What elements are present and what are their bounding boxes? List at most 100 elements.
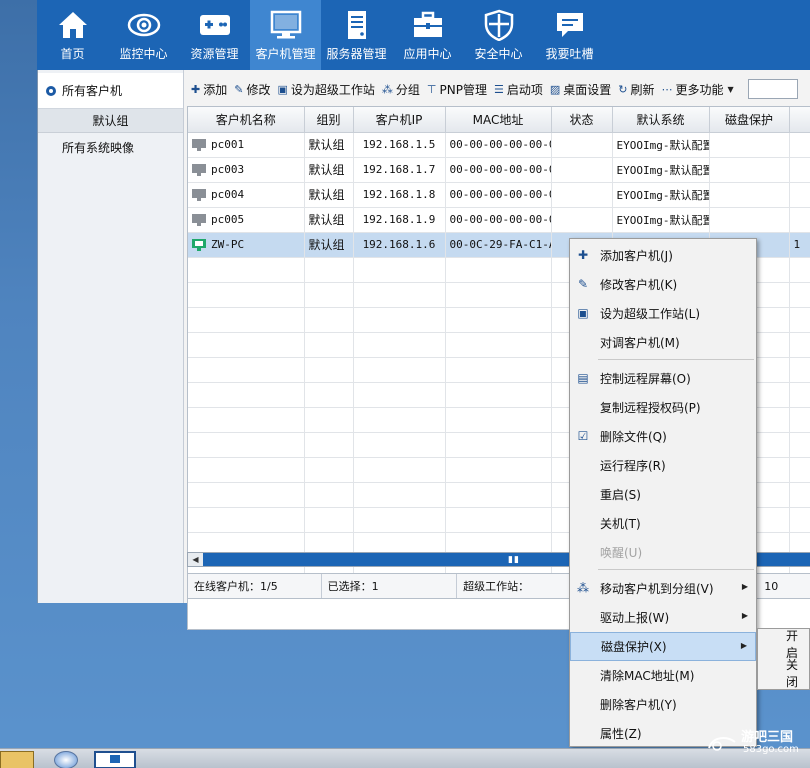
pnp-button[interactable]: ⊤ PNP管理 (427, 81, 487, 98)
client-status (551, 157, 613, 183)
menu-item-label: 磁盘保护(X) (601, 640, 667, 654)
tree-item-label: 默认组 (92, 114, 129, 128)
disk-protection-submenu: 开启 关闭 (757, 628, 810, 690)
desktop-settings-button[interactable]: ▨ 桌面设置 (550, 81, 611, 98)
computer-offline-icon (192, 164, 206, 176)
radio-dot-icon (46, 85, 56, 96)
more-functions-label: 更多功能 (675, 82, 724, 97)
pnp-icon: ⊤ (426, 82, 437, 96)
menu-item-swap-client[interactable]: 对调客户机(M) (570, 328, 756, 357)
watermark-title: 游吧三国 (741, 730, 794, 745)
menu-item-label: 复制远程授权码(P) (600, 401, 701, 415)
nav-client-management[interactable]: 客户机管理 (250, 0, 321, 70)
column-header-status[interactable]: 状态 (551, 107, 613, 133)
menu-item-remote-screen[interactable]: ▤ 控制远程屏幕(O) (570, 364, 756, 393)
client-name: pc001 (211, 138, 245, 151)
client-network (789, 207, 810, 233)
table-row[interactable]: pc005 默认组 192.168.1.9 00-00-00-00-00-00 … (188, 207, 810, 233)
menu-item-restart[interactable]: 重启(S) (570, 480, 756, 509)
group-button[interactable]: ⁂ 分组 (382, 81, 420, 98)
column-header-name[interactable]: 客户机名称 (188, 107, 305, 133)
picture-icon: ▨ (549, 82, 561, 96)
refresh-button[interactable]: ↻ 刷新 (618, 81, 654, 98)
toolbox-icon (410, 8, 446, 42)
menu-item-run-program[interactable]: 运行程序(R) (570, 451, 756, 480)
menu-item-disk-protection[interactable]: 磁盘保护(X) ▶ (570, 632, 756, 661)
menu-item-shutdown[interactable]: 关机(T) (570, 509, 756, 538)
client-mac: 00-00-00-00-00-00 (445, 207, 552, 233)
server-icon (339, 8, 375, 42)
tree-item-all-clients[interactable]: 所有客户机 (38, 73, 183, 109)
menu-item-clear-mac[interactable]: 清除MAC地址(M) (570, 661, 756, 690)
table-row[interactable]: pc003 默认组 192.168.1.7 00-00-00-00-00-00 … (188, 157, 810, 183)
client-group: 默认组 (304, 157, 354, 183)
nav-app-center[interactable]: 应用中心 (392, 0, 463, 70)
app-window-icon[interactable] (94, 751, 136, 768)
column-header-ip[interactable]: 客户机IP (353, 107, 446, 133)
menu-item-delete-client[interactable]: 删除客户机(Y) (570, 690, 756, 719)
menu-item-label: 移动客户机到分组(V) (600, 582, 714, 596)
computer-offline-icon (192, 189, 206, 201)
group-icon: ⁂ (381, 82, 393, 96)
submenu-arrow-icon: ▶ (741, 611, 748, 620)
nav-feedback[interactable]: 我要吐槽 (534, 0, 605, 70)
menu-item-move-to-group[interactable]: ⁂ 移动客户机到分组(V) ▶ (570, 574, 756, 603)
client-name: pc004 (211, 188, 245, 201)
menu-item-set-super-workstation[interactable]: ▣ 设为超级工作站(L) (570, 299, 756, 328)
client-ip: 192.168.1.7 (353, 157, 446, 183)
client-group: 默认组 (304, 207, 354, 233)
group-button-label: 分组 (395, 82, 420, 97)
folder-icon[interactable] (0, 751, 34, 768)
browser-icon[interactable] (54, 751, 78, 768)
column-header-network[interactable]: 网 (789, 107, 810, 133)
tree-item-default-group[interactable]: 默认组 (38, 109, 183, 133)
add-button-label: 添加 (203, 82, 228, 97)
nav-resource-management[interactable]: 资源管理 (179, 0, 250, 70)
column-header-disk-protection[interactable]: 磁盘保护 (709, 107, 790, 133)
submenu-item-disable[interactable]: 关闭 (758, 658, 809, 689)
menu-item-label: 修改客户机(K) (600, 278, 678, 292)
menu-item-label: 运行程序(R) (600, 459, 666, 473)
tree-item-all-images[interactable]: 所有系统映像 (38, 133, 183, 161)
column-header-mac[interactable]: MAC地址 (445, 107, 552, 133)
column-header-default-system[interactable]: 默认系统 (612, 107, 710, 133)
client-group: 默认组 (304, 132, 354, 158)
menu-item-edit-client[interactable]: ✎ 修改客户机(K) (570, 270, 756, 299)
add-button[interactable]: ✚ 添加 (191, 81, 227, 98)
startup-button[interactable]: ☰ 启动项 (494, 81, 543, 98)
set-super-workstation-button[interactable]: ▣ 设为超级工作站 (277, 81, 374, 98)
more-functions-button[interactable]: ⋯ 更多功能 ▼ (662, 81, 737, 98)
menu-separator (598, 569, 754, 570)
menu-item-driver-report[interactable]: 驱动上报(W) ▶ (570, 603, 756, 632)
nav-label: 资源管理 (190, 47, 239, 61)
watermark: 游吧三国 583go.com (707, 724, 810, 756)
menu-item-copy-auth-code[interactable]: 复制远程授权码(P) (570, 393, 756, 422)
nav-monitor-center[interactable]: 监控中心 (108, 0, 179, 70)
menu-item-label: 对调客户机(M) (600, 336, 680, 350)
nav-label: 服务器管理 (326, 47, 387, 61)
search-input[interactable] (747, 79, 798, 99)
toolbar: ✚ 添加 ✎ 修改 ▣ 设为超级工作站 ⁂ 分组 ⊤ PNP管理 ☰ 启动项 ▨… (185, 76, 810, 102)
client-default-system: EYOOImg-默认配置 (612, 207, 710, 233)
nav-label: 监控中心 (119, 47, 168, 61)
client-network: 1 (789, 232, 810, 258)
chat-bubble-icon (552, 8, 588, 42)
edit-button[interactable]: ✎ 修改 (234, 81, 270, 98)
menu-item-wake: 唤醒(U) (570, 538, 756, 567)
menu-item-delete-files[interactable]: ☑ 删除文件(Q) (570, 422, 756, 451)
gamepad-icon (197, 8, 233, 42)
nav-security-center[interactable]: 安全中心 (463, 0, 534, 70)
workstation-icon: ▣ (277, 82, 288, 96)
pnp-button-label: PNP管理 (439, 82, 487, 97)
tree-item-label: 所有系统映像 (62, 140, 135, 155)
menu-item-add-client[interactable]: ✚ 添加客户机(J) (570, 241, 756, 270)
column-header-group[interactable]: 组别 (304, 107, 354, 133)
nav-home[interactable]: 首页 (37, 0, 108, 70)
submenu-item-enable[interactable]: 开启 (758, 629, 809, 660)
dropdown-arrow-icon: ▼ (727, 84, 734, 94)
monitor-icon (268, 8, 304, 42)
scroll-left-arrow-icon[interactable]: ◀ (188, 553, 203, 566)
table-row[interactable]: pc004 默认组 192.168.1.8 00-00-00-00-00-00 … (188, 182, 810, 208)
table-row[interactable]: pc001 默认组 192.168.1.5 00-00-00-00-00-00 … (188, 132, 810, 158)
nav-server-management[interactable]: 服务器管理 (321, 0, 392, 70)
